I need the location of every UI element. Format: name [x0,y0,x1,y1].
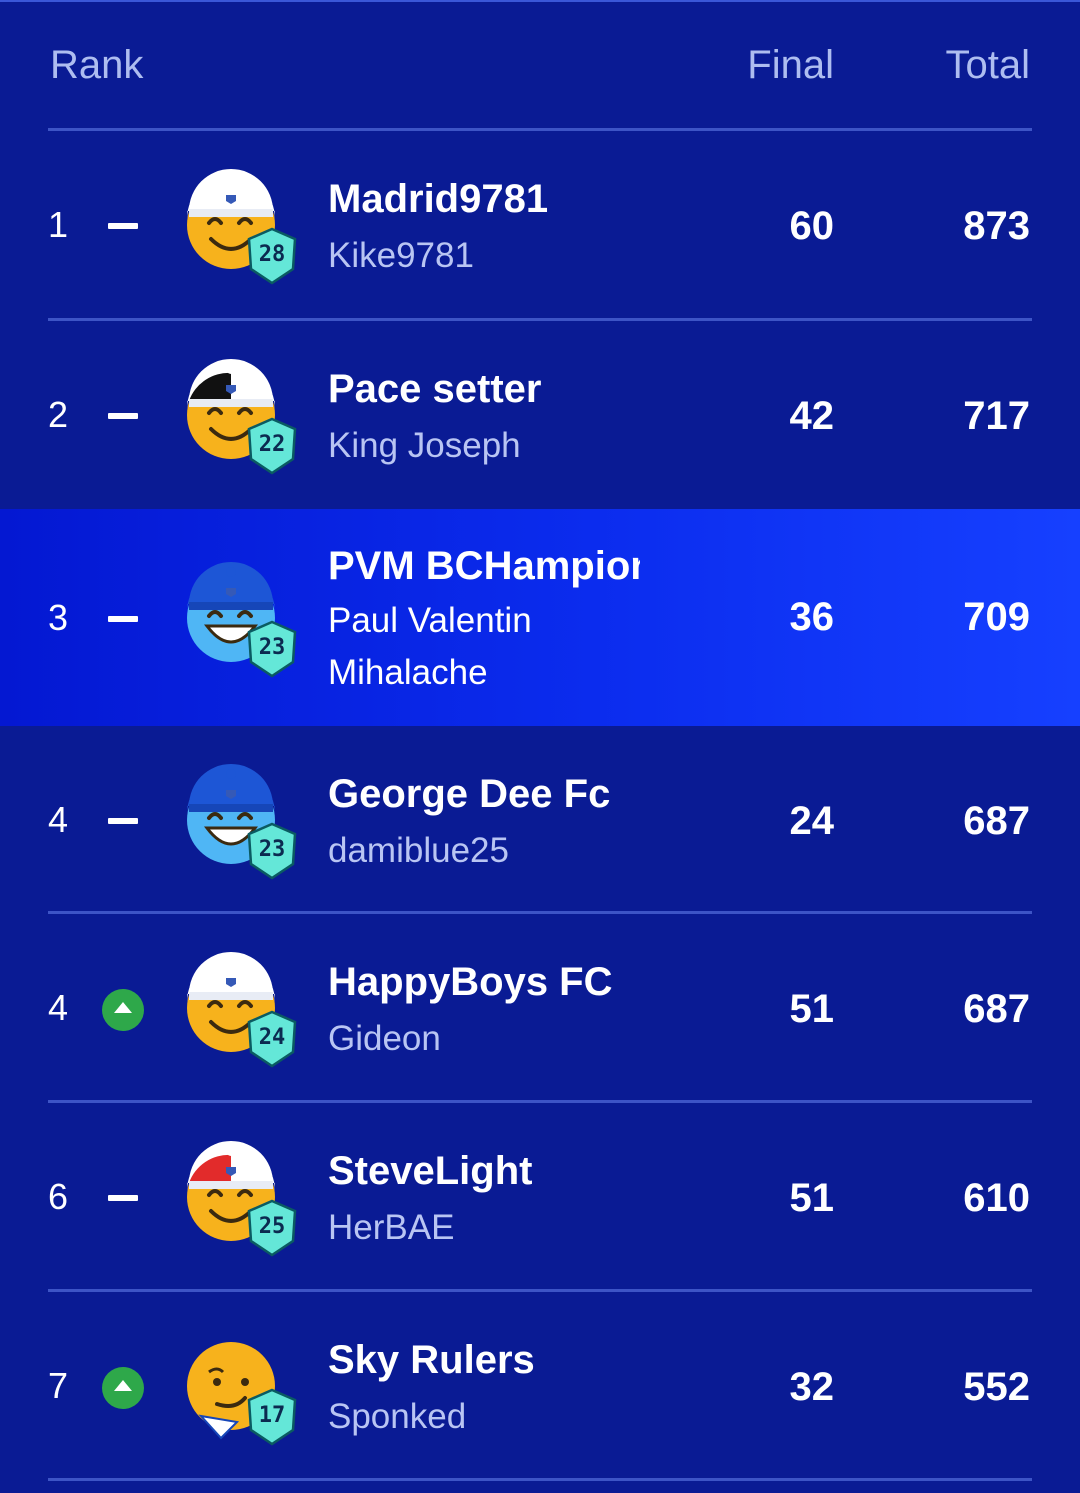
manager-avatar: 17 [184,1326,304,1446]
total-points: 873 [963,204,1030,248]
row-divider [48,1478,1032,1481]
final-points: 24 [789,799,835,843]
final-points: 60 [789,204,835,248]
final-points: 51 [789,1176,835,1220]
manager-name: Sponked [328,1397,467,1436]
level-number: 24 [258,1025,286,1050]
manager-name: damiblue25 [328,831,509,870]
manager-avatar: 23 [184,558,304,678]
final-points: 42 [789,394,835,438]
total-points: 709 [963,595,1030,639]
level-number: 17 [258,1403,286,1428]
final-column-header[interactable]: Final [747,42,834,88]
total-points: 552 [963,1365,1030,1409]
manager-avatar: 28 [184,165,304,285]
team-name: PVM BCHampion [328,544,640,588]
leaderboard-row[interactable]: 2 22 Pace setter King Joseph 42 717 [0,321,1080,509]
level-badge: 22 [246,417,298,475]
total-points: 717 [963,394,1030,438]
manager-avatar: 23 [184,760,304,880]
leaderboard-row[interactable]: 7 17 Sky Rulers Sponked 32 552 [0,1292,1080,1480]
final-points: 32 [789,1365,835,1409]
total-column-header[interactable]: Total [946,42,1031,88]
level-number: 23 [258,635,286,660]
position-up-icon [102,1367,144,1409]
rank-number: 7 [48,1365,69,1406]
level-badge: 25 [246,1199,298,1257]
level-badge: 23 [246,822,298,880]
total-points: 687 [963,987,1030,1031]
level-number: 23 [258,837,286,862]
manager-name: King Joseph [328,426,521,465]
team-name: Sky Rulers [328,1338,535,1382]
rank-column-header: Rank [50,43,144,87]
team-name: Madrid9781 [328,177,549,221]
total-points: 610 [963,1176,1030,1220]
level-badge: 24 [246,1010,298,1068]
leaderboard-row-current-user[interactable]: 3 23 PVM BCHampion Paul Valentin Mihalac… [0,509,1080,726]
level-badge: 17 [246,1388,298,1446]
rank-number: 4 [48,987,69,1028]
position-unchanged-icon [108,616,138,622]
position-unchanged-icon [108,413,138,419]
final-points: 51 [789,987,835,1031]
rank-number: 3 [48,597,69,638]
team-name: George Dee Fc [328,772,611,816]
manager-avatar: 25 [184,1137,304,1257]
manager-name: HerBAE [328,1208,455,1247]
position-unchanged-icon [108,818,138,824]
rank-number: 1 [48,204,69,245]
level-number: 28 [258,242,286,267]
team-name: HappyBoys FC [328,960,613,1004]
total-points: 687 [963,799,1030,843]
leaderboard-row[interactable]: 6 25 SteveLight HerBAE 51 610 [0,1103,1080,1291]
position-up-icon [102,989,144,1031]
level-number: 22 [258,432,286,457]
rank-number: 2 [48,394,69,435]
position-unchanged-icon [108,1195,138,1201]
position-unchanged-icon [108,223,138,229]
final-points: 36 [789,595,835,639]
level-number: 25 [258,1214,286,1239]
leaderboard-row[interactable]: 4 23 George Dee Fc damiblue25 24 687 [0,726,1080,912]
manager-name: Paul Valentin Mihalache [328,601,532,692]
manager-avatar: 22 [184,355,304,475]
manager-name: Kike9781 [328,236,474,275]
leaderboard-row[interactable]: 4 24 HappyBoys FC Gideon 51 687 [0,914,1080,1102]
manager-avatar: 24 [184,948,304,1068]
manager-name: Gideon [328,1019,441,1058]
leaderboard-header: Rank Final Total [0,0,1080,130]
team-name: Pace setter [328,367,542,411]
rank-number: 4 [48,799,69,840]
level-badge: 28 [246,227,298,285]
level-badge: 23 [246,620,298,678]
rank-number: 6 [48,1176,69,1217]
leaderboard-row[interactable]: 1 28 Madrid9781 Kike9781 60 873 [0,131,1080,319]
team-name: SteveLight [328,1149,533,1193]
